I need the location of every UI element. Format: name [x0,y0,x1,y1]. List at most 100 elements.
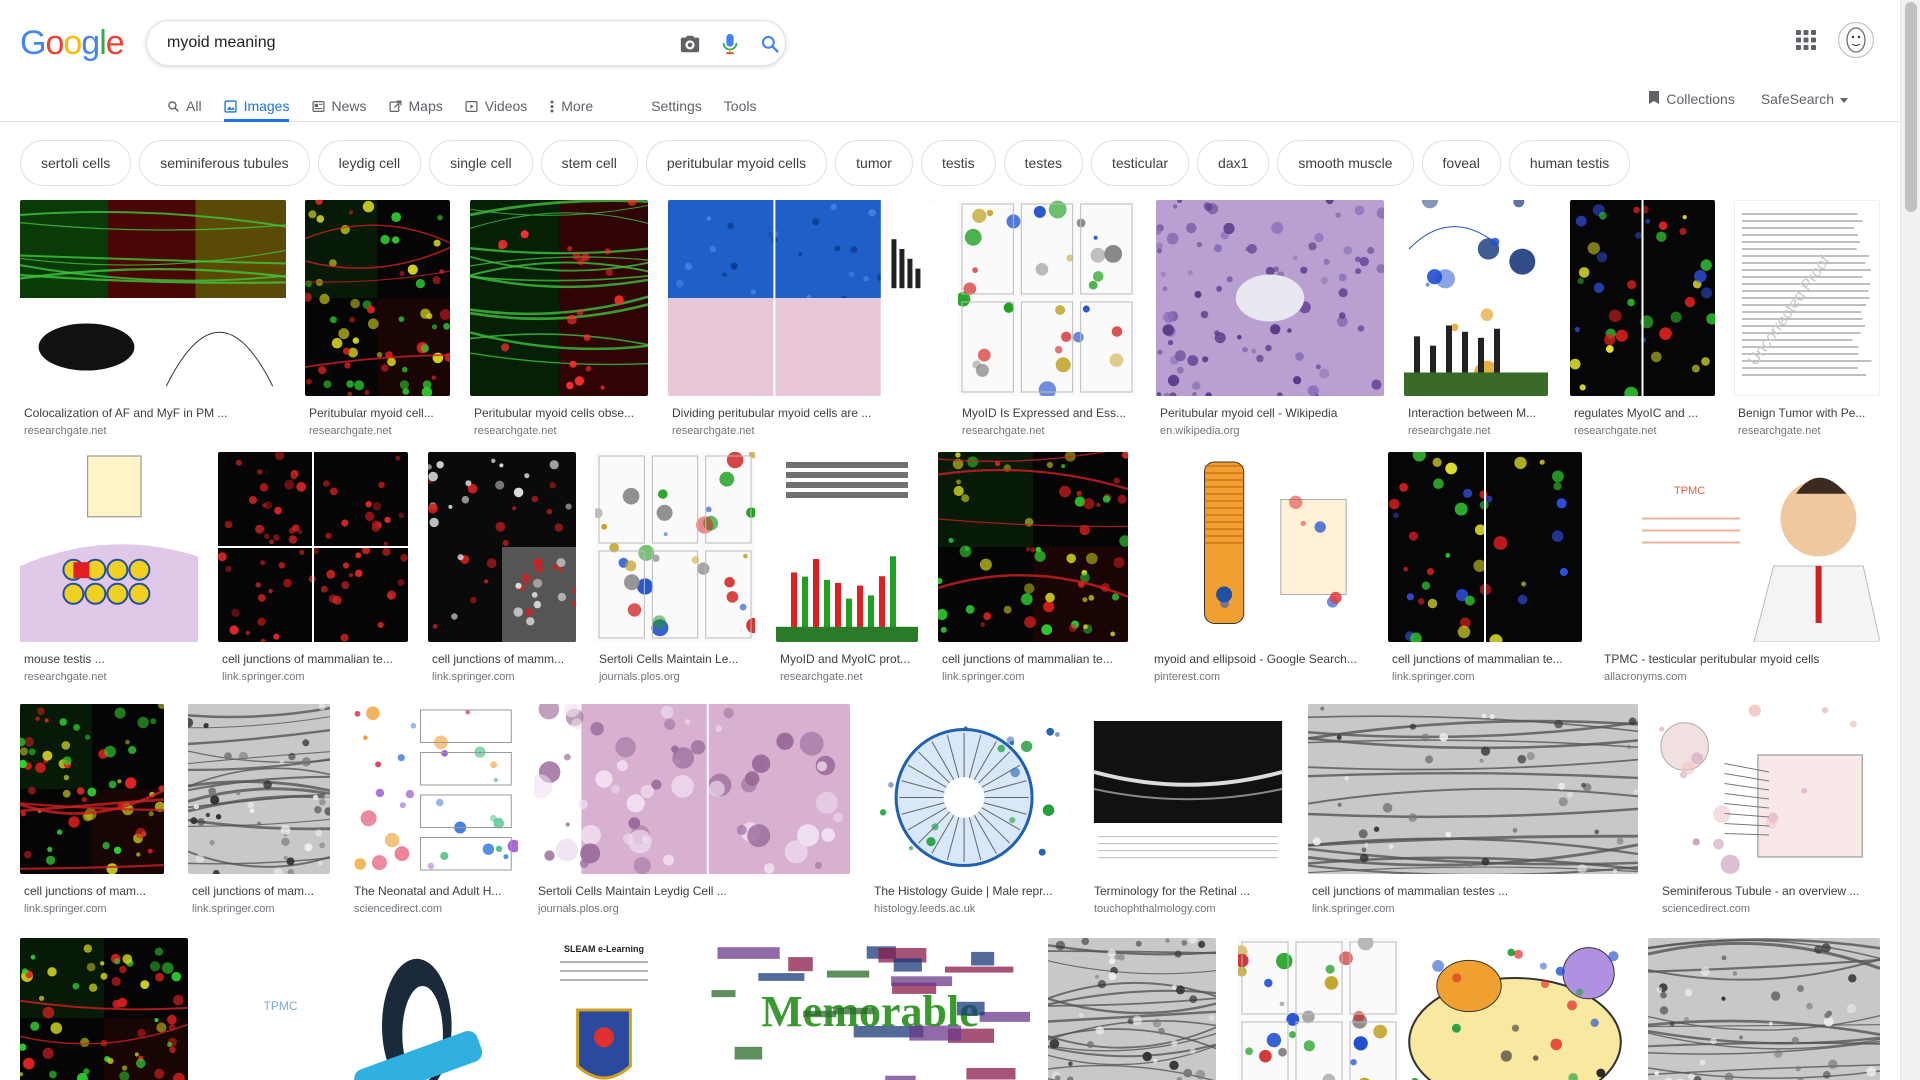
result-title[interactable]: Peritubular myoid cell... [305,406,450,420]
image-result[interactable]: MyoID and MyoIC prot... researchgate.net [776,452,918,683]
image-result[interactable]: SLEAM e-Learning [516,938,692,1080]
result-thumbnail[interactable] [1048,938,1216,1080]
result-title[interactable]: regulates MyoIC and ... [1570,406,1715,420]
result-source[interactable]: histology.leeds.ac.uk [870,903,1066,915]
related-chip[interactable]: smooth muscle [1277,140,1414,186]
result-thumbnail[interactable] [668,200,934,396]
result-thumbnail[interactable] [958,200,1136,396]
result-source[interactable]: allacronyms.com [1600,671,1880,683]
settings-link[interactable]: Settings [651,78,702,122]
result-title[interactable]: Terminology for the Retinal ... [1090,884,1286,898]
image-result[interactable]: TPMC [208,938,498,1080]
result-thumbnail[interactable]: TPMC [208,938,498,1080]
result-thumbnail[interactable] [1388,452,1582,642]
search-icon[interactable] [757,31,783,57]
result-thumbnail[interactable] [870,704,1066,874]
result-title[interactable]: Peritubular myoid cell - Wikipedia [1156,406,1384,420]
image-result[interactable]: myoid and ellipsoid - Google Search... pi… [1150,452,1368,683]
related-chip[interactable]: tumor [835,140,913,186]
result-thumbnail[interactable] [1150,452,1368,642]
result-thumbnail[interactable] [350,704,518,874]
related-chip[interactable]: leydig cell [317,140,422,186]
related-chip[interactable]: peritubular myoid cells [645,140,828,186]
related-chip[interactable]: single cell [429,140,533,186]
result-title[interactable]: Interaction between M... [1404,406,1548,420]
image-result[interactable]: Colocalization of AF and MyF in PM ... re… [20,200,286,437]
result-source[interactable]: journals.plos.org [534,903,850,915]
image-result[interactable]: Uncorrected Proof Benign Tumor with Pe...… [1734,200,1880,437]
image-result[interactable]: The Neonatal and Adult H... sciencedirect… [350,704,518,915]
result-thumbnail[interactable] [20,938,188,1080]
result-title[interactable]: cell junctions of mammalian te... [218,652,408,666]
result-source[interactable]: link.springer.com [938,671,1128,683]
result-source[interactable]: researchgate.net [20,425,286,437]
result-thumbnail[interactable] [428,452,576,642]
result-source[interactable]: researchgate.net [1570,425,1715,437]
image-result[interactable]: regulates MyoIC and ... researchgate.net [1570,200,1715,437]
tab-more[interactable]: More [549,78,593,122]
result-source[interactable]: researchgate.net [470,425,648,437]
image-result[interactable] [1238,938,1400,1080]
result-title[interactable]: cell junctions of mamm... [428,652,576,666]
page-scrollbar[interactable] [1900,0,1920,1080]
result-title[interactable]: MyoID Is Expressed and Ess... [958,406,1136,420]
result-source[interactable]: link.springer.com [188,903,330,915]
image-result[interactable]: Sertoli Cells Maintain Leydig Cell ... jo… [534,704,850,915]
result-source[interactable]: researchgate.net [668,425,934,437]
related-chip[interactable]: testis [920,140,996,186]
image-result[interactable]: TPMC TPMC - testicular peritubular myoid … [1600,452,1880,683]
image-result[interactable]: cell junctions of mammalian testes ... li… [1308,704,1638,915]
result-thumbnail[interactable] [1090,704,1286,874]
image-result[interactable] [1400,938,1630,1080]
result-thumbnail[interactable] [20,452,198,642]
result-source[interactable]: researchgate.net [1734,425,1880,437]
result-thumbnail[interactable] [1648,938,1880,1080]
image-result[interactable]: Seminiferous Tubule - an overview ... sci… [1658,704,1880,915]
related-chip[interactable]: seminiferous tubules [139,140,310,186]
result-source[interactable]: pinterest.com [1150,671,1368,683]
image-result[interactable]: cell junctions of mammalian te... link.sp… [1388,452,1582,683]
apps-grid-icon[interactable] [1794,28,1818,52]
collections-button[interactable]: Collections [1648,90,1735,108]
related-chip[interactable]: testicular [1091,140,1190,186]
result-source[interactable]: researchgate.net [20,671,198,683]
result-source[interactable]: en.wikipedia.org [1156,425,1384,437]
result-thumbnail[interactable] [1238,938,1400,1080]
related-chip[interactable]: stem cell [540,140,638,186]
result-title[interactable]: myoid and ellipsoid - Google Search... [1150,652,1368,666]
result-title[interactable]: Peritubular myoid cells obse... [470,406,648,420]
related-chip[interactable]: sertoli cells [20,140,132,186]
tab-videos[interactable]: Videos [465,78,527,122]
result-source[interactable]: link.springer.com [20,903,164,915]
result-thumbnail[interactable] [1658,704,1880,874]
result-source[interactable]: researchgate.net [958,425,1136,437]
result-source[interactable]: link.springer.com [1308,903,1638,915]
image-result[interactable]: cell junctions of mammalian te... link.sp… [938,452,1128,683]
result-thumbnail[interactable] [776,452,918,642]
result-thumbnail[interactable] [1400,938,1630,1080]
result-source[interactable]: link.springer.com [218,671,408,683]
result-thumbnail[interactable]: Uncorrected Proof [1734,200,1880,396]
result-source[interactable]: researchgate.net [1404,425,1548,437]
result-title[interactable]: Dividing peritubular myoid cells are ... [668,406,934,420]
result-thumbnail[interactable] [470,200,648,396]
image-result[interactable] [20,938,188,1080]
result-title[interactable]: cell junctions of mam... [188,884,330,898]
result-source[interactable]: sciencedirect.com [350,903,518,915]
result-thumbnail[interactable] [595,452,755,642]
result-thumbnail[interactable] [1308,704,1638,874]
result-thumbnail[interactable] [20,704,164,874]
tab-maps[interactable]: Maps [389,78,443,122]
tab-images[interactable]: Images [223,78,289,122]
result-source[interactable]: researchgate.net [776,671,918,683]
related-chip[interactable]: testes [1003,140,1083,186]
result-thumbnail[interactable]: Memorable [710,938,1030,1080]
result-thumbnail[interactable] [305,200,450,396]
result-thumbnail[interactable]: TPMC [1600,452,1880,642]
result-title[interactable]: Benign Tumor with Pe... [1734,406,1880,420]
tab-all[interactable]: All [166,78,202,122]
image-result[interactable]: Peritubular myoid cells obse... researchg… [470,200,648,437]
result-title[interactable]: The Histology Guide | Male repr... [870,884,1066,898]
result-title[interactable]: Colocalization of AF and MyF in PM ... [20,406,286,420]
image-result[interactable] [1048,938,1216,1080]
